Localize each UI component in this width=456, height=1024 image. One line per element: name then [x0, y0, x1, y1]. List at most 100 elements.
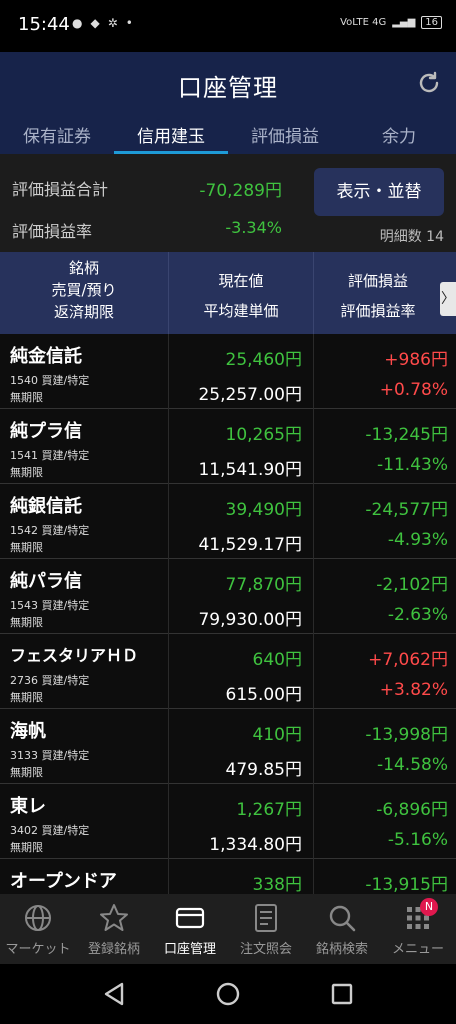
current-price: 338円	[252, 875, 302, 894]
unrealized-pl: -13,245円	[365, 425, 448, 445]
average-price: 1,334.80円	[209, 835, 302, 855]
pl-rate: -4.93%	[387, 530, 448, 550]
notification-icons: ● ◆ ✲ •	[72, 16, 133, 30]
expiry: 無期限	[10, 391, 43, 404]
star-icon	[100, 904, 128, 931]
globe-icon	[25, 905, 51, 931]
position-row[interactable]: 純プラ信 1541 買建/特定 無期限 10,265円 11,541.90円 -…	[0, 409, 456, 484]
current-price: 1,267円	[236, 800, 302, 820]
network-indicator: VoLTE 4G	[340, 17, 387, 28]
status-time: 15:44	[18, 14, 70, 35]
current-price: 25,460円	[225, 350, 302, 370]
pl-rate: +3.82%	[379, 680, 448, 700]
pl-rate: +0.78%	[379, 380, 448, 400]
nav-watchlist[interactable]: 登録銘柄	[76, 894, 152, 964]
expiry: 無期限	[10, 466, 43, 479]
expiry: 無期限	[10, 841, 43, 854]
home-icon[interactable]	[214, 980, 242, 1008]
system-navigation-bar	[0, 964, 456, 1024]
tab-bar: 保有証券 信用建玉 評価損益 余力	[0, 114, 456, 154]
average-price: 41,529.17円	[198, 535, 302, 555]
position-row[interactable]: 純銀信託 1542 買建/特定 無期限 39,490円 41,529.17円 -…	[0, 484, 456, 559]
col-header-pl[interactable]: 評価損益 評価損益率	[314, 252, 442, 334]
page-title: 口座管理	[178, 74, 278, 102]
total-pl-label: 評価損益合計	[12, 180, 109, 199]
symbol-code-type: 1542 買建/特定	[10, 524, 90, 537]
current-price: 410円	[252, 725, 302, 745]
average-price: 615.00円	[225, 685, 302, 705]
symbol-code-type: 3402 買建/特定	[10, 824, 90, 837]
position-row[interactable]: 東レ 3402 買建/特定 無期限 1,267円 1,334.80円 -6,89…	[0, 784, 456, 859]
unrealized-pl: +986円	[384, 350, 448, 370]
unrealized-pl: -6,896円	[376, 800, 448, 820]
system-status: VoLTE 4G ▂▄▆ 16	[340, 16, 442, 29]
tab-holdings[interactable]: 保有証券	[0, 114, 114, 154]
nav-orders[interactable]: 注文照会	[228, 894, 304, 964]
unrealized-pl: -13,998円	[365, 725, 448, 745]
scroll-columns-right-button[interactable]: 〉	[440, 282, 456, 316]
card-icon	[175, 907, 205, 929]
expiry: 無期限	[10, 616, 43, 629]
tab-buying-power[interactable]: 余力	[342, 114, 456, 154]
symbol-name: フェスタリアＨＤ	[10, 646, 139, 665]
nav-market[interactable]: マーケット	[0, 894, 76, 964]
refresh-icon[interactable]	[416, 70, 442, 96]
position-row[interactable]: オープンドア 338円 -13,915円	[0, 859, 456, 894]
detail-count: 明細数 14	[379, 229, 444, 245]
recents-icon[interactable]	[328, 980, 356, 1008]
unrealized-pl: +7,062円	[368, 650, 448, 670]
chat-icon: ◆	[90, 16, 100, 30]
current-price: 10,265円	[225, 425, 302, 445]
symbol-code-type: 3133 買建/特定	[10, 749, 90, 762]
summary-panel: 評価損益合計 -70,289円 評価損益率 -3.34% 表示・並替 明細数 1…	[0, 154, 456, 252]
back-icon[interactable]	[100, 980, 128, 1008]
battery-icon: 16	[421, 16, 442, 29]
symbol-name: 東レ	[10, 796, 46, 817]
expiry: 無期限	[10, 541, 43, 554]
nav-account[interactable]: 口座管理	[152, 894, 228, 964]
current-price: 39,490円	[225, 500, 302, 520]
position-row[interactable]: フェスタリアＨＤ 2736 買建/特定 無期限 640円 615.00円 +7,…	[0, 634, 456, 709]
total-pl-value: -70,289円	[199, 181, 282, 201]
position-row[interactable]: 純金信託 1540 買建/特定 無期限 25,460円 25,257.00円 +…	[0, 334, 456, 409]
position-row[interactable]: 海帆 3133 買建/特定 無期限 410円 479.85円 -13,998円 …	[0, 709, 456, 784]
symbol-name: 純プラ信	[10, 421, 82, 442]
average-price: 11,541.90円	[198, 460, 302, 480]
col-header-price[interactable]: 現在値 平均建単価	[169, 252, 313, 334]
symbol-code-type: 1541 買建/特定	[10, 449, 90, 462]
app-header: 口座管理	[0, 52, 456, 114]
symbol-code-type: 2736 買建/特定	[10, 674, 90, 687]
average-price: 25,257.00円	[198, 385, 302, 405]
average-price: 479.85円	[225, 760, 302, 780]
unrealized-pl: -13,915円	[365, 875, 448, 894]
tab-margin-positions[interactable]: 信用建玉	[114, 114, 228, 154]
current-price: 77,870円	[225, 575, 302, 595]
average-price: 79,930.00円	[198, 610, 302, 630]
table-header: 銘柄 売買/預り 返済期限 現在値 平均建単価 評価損益 評価損益率	[0, 252, 456, 334]
pl-rate: -11.43%	[377, 455, 448, 475]
symbol-name: 純銀信託	[10, 496, 82, 517]
position-row[interactable]: 純パラ信 1543 買建/特定 無期限 77,870円 79,930.00円 -…	[0, 559, 456, 634]
dot-icon: •	[125, 16, 133, 30]
pl-rate: -14.58%	[377, 755, 448, 775]
symbol-name: オープンドア	[10, 871, 117, 892]
ar-icon: ✲	[107, 16, 118, 30]
symbol-name: 純パラ信	[10, 571, 82, 592]
tab-unrealized-pl[interactable]: 評価損益	[228, 114, 342, 154]
col-header-symbol[interactable]: 銘柄 売買/預り 返済期限	[0, 252, 168, 334]
pl-rate: -5.16%	[387, 830, 448, 850]
document-icon	[255, 904, 277, 932]
status-bar: 15:44 ● ◆ ✲ • VoLTE 4G ▂▄▆ 16	[0, 0, 456, 52]
nav-menu[interactable]: N メニュー	[380, 894, 456, 964]
nav-search[interactable]: 銘柄検索	[304, 894, 380, 964]
positions-list: 純金信託 1540 買建/特定 無期限 25,460円 25,257.00円 +…	[0, 334, 456, 894]
expiry: 無期限	[10, 766, 43, 779]
pl-rate: -2.63%	[387, 605, 448, 625]
symbol-code-type: 1543 買建/特定	[10, 599, 90, 612]
unrealized-pl: -2,102円	[376, 575, 448, 595]
symbol-name: 海帆	[10, 721, 46, 742]
expiry: 無期限	[10, 691, 43, 704]
display-sort-button[interactable]: 表示・並替	[314, 168, 444, 216]
notification-badge: N	[420, 898, 438, 916]
signal-icon: ▂▄▆	[392, 17, 416, 28]
